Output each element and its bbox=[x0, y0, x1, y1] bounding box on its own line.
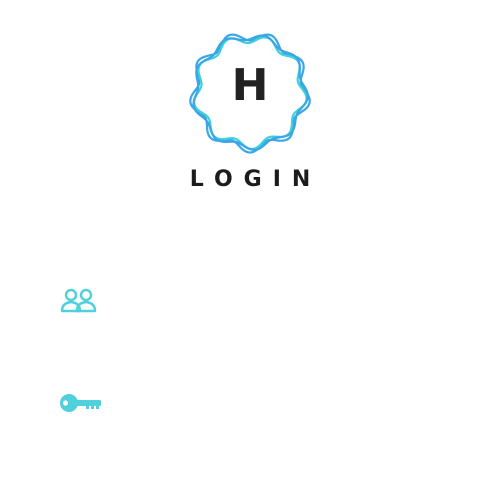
key-icon bbox=[56, 384, 106, 424]
login-title: LOGIN bbox=[189, 167, 322, 192]
logo-letter: H bbox=[231, 60, 269, 111]
logo: H bbox=[188, 28, 312, 156]
password-input[interactable] bbox=[116, 390, 436, 418]
username-input[interactable] bbox=[116, 288, 436, 316]
username-row bbox=[56, 282, 444, 322]
users-icon bbox=[56, 282, 106, 322]
password-row bbox=[56, 384, 444, 424]
login-screen: H LOGIN bbox=[0, 0, 500, 500]
